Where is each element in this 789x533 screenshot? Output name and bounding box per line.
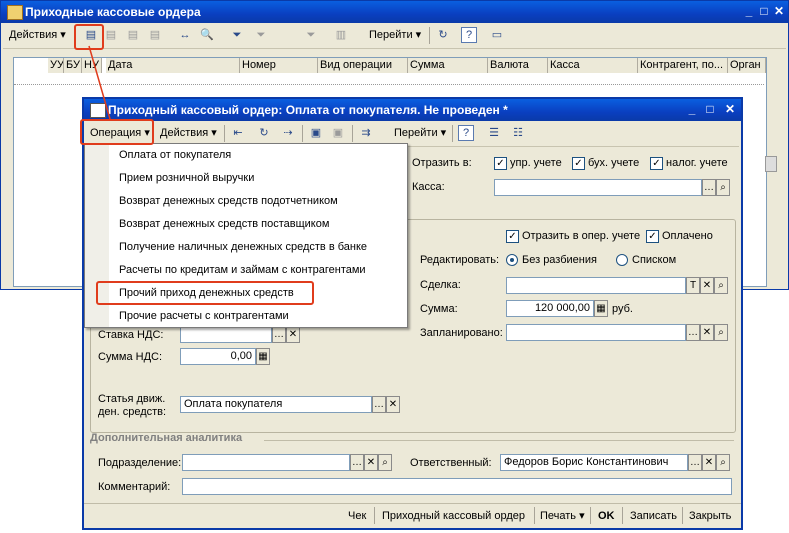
callout-line: [88, 45, 111, 120]
callout-arrow: [88, 45, 111, 120]
